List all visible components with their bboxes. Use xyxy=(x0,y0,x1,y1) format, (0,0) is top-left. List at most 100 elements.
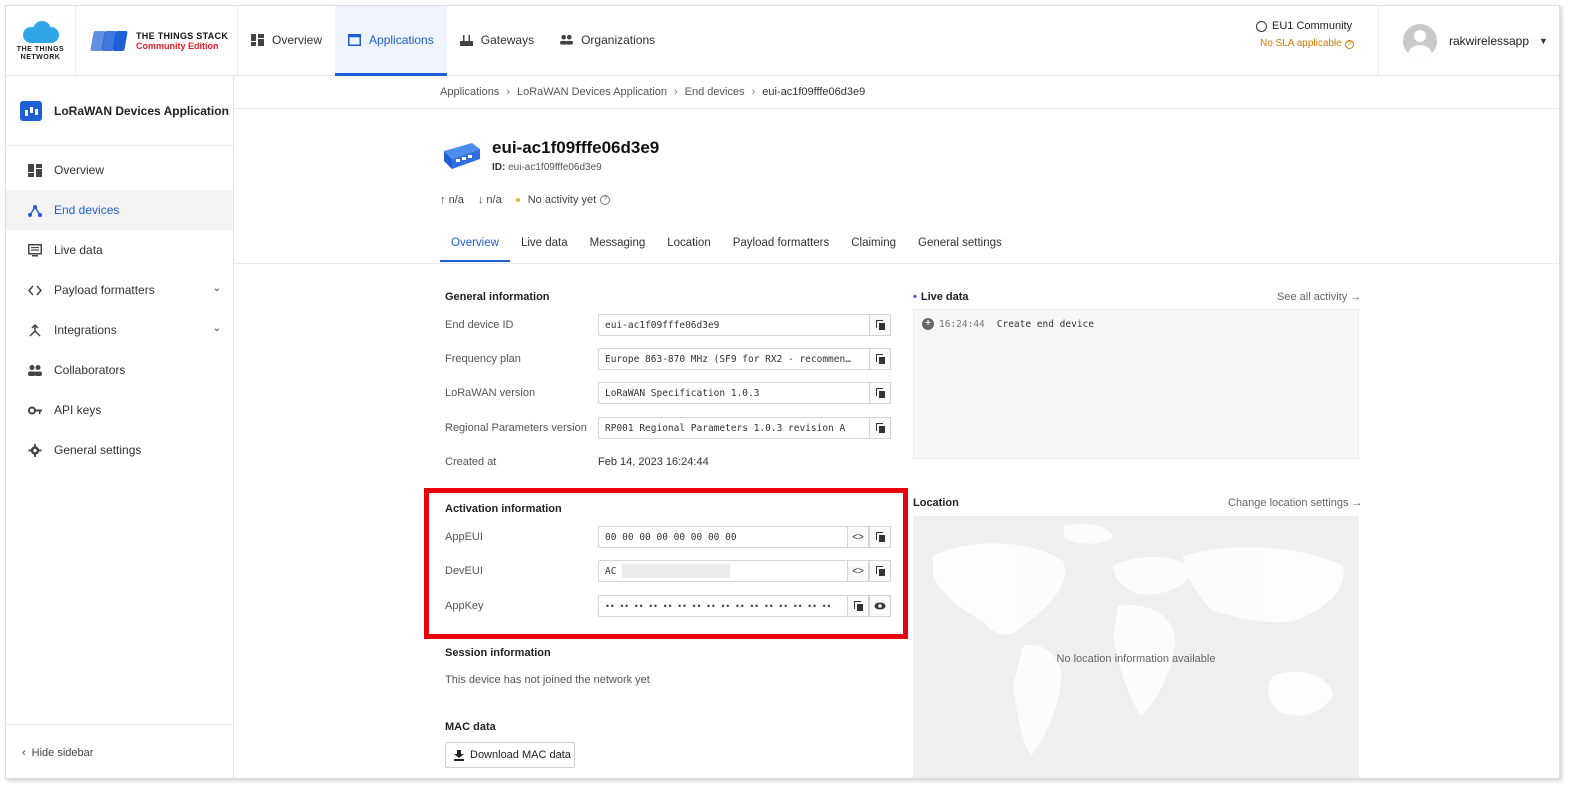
lorawan-version-field[interactable]: LoRaWAN Specification 1.0.3 xyxy=(598,382,870,404)
copy-button[interactable] xyxy=(869,382,891,404)
breadcrumb-applications[interactable]: Applications xyxy=(440,86,499,98)
ttn-logo[interactable]: THE THINGS NETWORK xyxy=(6,6,76,76)
nav-organizations[interactable]: Organizations xyxy=(547,6,668,76)
sidebar-item-overview[interactable]: Overview xyxy=(6,150,233,190)
sidebar-app-header[interactable]: LoRaWAN Devices Application xyxy=(6,76,233,146)
created-at-label: Created at xyxy=(445,456,497,468)
tab-live-data[interactable]: Live data xyxy=(510,226,579,262)
key-icon xyxy=(28,406,42,414)
tab-overview[interactable]: Overview xyxy=(440,226,510,262)
live-data-icon xyxy=(28,243,42,256)
regional-parameters-field[interactable]: RP001 Regional Parameters 1.0.3 revision… xyxy=(598,417,870,439)
help-icon[interactable]: ? xyxy=(600,195,611,205)
download-mac-data-label: Download MAC data xyxy=(470,749,571,761)
live-event-row[interactable]: + 16:24:44 Create end device xyxy=(922,318,1094,330)
device-id: ID: eui-ac1f09fffe06d3e9 xyxy=(492,162,602,173)
arrow-down-icon: ↓ xyxy=(477,194,484,206)
device-title: eui-ac1f09fffe06d3e9 xyxy=(492,138,660,157)
tab-claiming[interactable]: Claiming xyxy=(840,226,907,262)
activity-label: No activity yet xyxy=(527,194,597,206)
caret-down-icon: ▼ xyxy=(1539,36,1548,46)
nav-applications-label: Applications xyxy=(369,32,434,47)
location-map: No location information available xyxy=(913,516,1359,778)
general-info-title: General information xyxy=(445,291,550,303)
device-tabs: Overview Live data Messaging Location Pa… xyxy=(440,226,1013,262)
app-window: THE THINGS NETWORK THE THINGS STACK Comm… xyxy=(5,5,1560,779)
sidebar-item-live-data[interactable]: Live data xyxy=(6,230,233,270)
divider xyxy=(234,263,1559,264)
see-all-activity-link[interactable]: See all activity → xyxy=(1277,291,1361,303)
status-dot-icon xyxy=(515,198,520,202)
sidebar-item-general-settings[interactable]: General settings xyxy=(6,430,233,470)
field-label: LoRaWAN version xyxy=(445,387,536,399)
chevron-right-icon: › xyxy=(506,86,510,98)
tab-general-settings[interactable]: General settings xyxy=(907,226,1013,262)
divider xyxy=(234,108,1559,109)
no-location-message: No location information available xyxy=(1056,653,1216,665)
chevron-right-icon: › xyxy=(751,86,756,98)
copy-button[interactable] xyxy=(869,314,891,336)
tab-payload-formatters[interactable]: Payload formatters xyxy=(722,226,841,262)
tab-messaging[interactable]: Messaging xyxy=(579,226,657,262)
chevron-right-icon: › xyxy=(674,86,678,98)
event-time: 16:24:44 xyxy=(939,318,985,330)
uplink-value: n/a xyxy=(448,194,464,206)
end-device-id-field[interactable]: eui-ac1f09fffe06d3e9 xyxy=(598,314,870,336)
download-icon xyxy=(454,749,464,761)
frequency-plan-field[interactable]: Europe 863-870 MHz (SF9 for RX2 - recomm… xyxy=(598,348,870,370)
sidebar-item-label: General settings xyxy=(54,443,142,457)
chevron-down-icon[interactable]: ⌄ xyxy=(213,323,221,334)
nav-organizations-label: Organizations xyxy=(581,32,656,47)
arrow-up-icon: ↑ xyxy=(440,194,446,206)
copy-icon xyxy=(875,423,885,433)
tts-edition: Community Edition xyxy=(136,41,219,51)
sidebar-item-label: API keys xyxy=(54,403,102,417)
gear-icon xyxy=(28,443,42,457)
tts-name: THE THINGS STACK xyxy=(136,31,229,41)
sidebar-item-api-keys[interactable]: API keys xyxy=(6,390,233,430)
region-selector[interactable]: EU1 Community No SLA applicable ? xyxy=(1256,20,1376,60)
username: rakwirelessapp xyxy=(1449,34,1530,48)
tab-location[interactable]: Location xyxy=(656,226,721,262)
sidebar-app-title: LoRaWAN Devices Application xyxy=(54,103,229,118)
top-nav: Overview Applications Gateways Organizat… xyxy=(238,6,668,76)
download-mac-data-button[interactable]: Download MAC data xyxy=(445,742,575,768)
breadcrumb-end-devices[interactable]: End devices xyxy=(685,86,745,98)
session-info-text: This device has not joined the network y… xyxy=(445,674,650,686)
cloud-icon xyxy=(19,20,63,43)
live-data-panel: + 16:24:44 Create end device xyxy=(913,309,1359,459)
avatar xyxy=(1403,24,1437,58)
sidebar-item-payload-formatters[interactable]: Payload formatters ⌄ xyxy=(6,270,233,310)
nav-gateways[interactable]: Gateways xyxy=(447,6,547,76)
sidebar-item-integrations[interactable]: Integrations ⌄ xyxy=(6,310,233,350)
sidebar-item-label: Overview xyxy=(54,163,105,177)
live-dot-icon: • xyxy=(913,291,917,303)
copy-button[interactable] xyxy=(869,417,891,439)
sidebar-item-label: Collaborators xyxy=(54,363,126,377)
sidebar: LoRaWAN Devices Application Overview End… xyxy=(6,76,234,778)
sidebar-item-label: Live data xyxy=(54,243,103,257)
chevron-left-icon: ‹ xyxy=(22,746,26,759)
nav-gateways-label: Gateways xyxy=(480,32,535,47)
change-location-link[interactable]: Change location settings → xyxy=(1228,497,1363,509)
application-icon xyxy=(348,33,362,46)
device-id-value: eui-ac1f09fffe06d3e9 xyxy=(508,162,602,173)
event-description: Create end device xyxy=(996,318,1094,330)
nav-applications[interactable]: Applications xyxy=(335,6,447,76)
downlink-count: ↓ n/a xyxy=(478,194,502,206)
help-icon[interactable]: ? xyxy=(1344,40,1354,49)
copy-button[interactable] xyxy=(869,348,891,370)
tts-logo[interactable]: THE THINGS STACK Community Edition xyxy=(76,6,238,76)
hide-sidebar-button[interactable]: ‹ Hide sidebar xyxy=(6,724,234,778)
sidebar-item-collaborators[interactable]: Collaborators xyxy=(6,350,233,390)
user-menu[interactable]: rakwirelessapp ▼ xyxy=(1378,6,1559,76)
chevron-down-icon[interactable]: ⌄ xyxy=(213,283,221,294)
nav-overview[interactable]: Overview xyxy=(238,6,335,76)
device-icon xyxy=(444,143,480,169)
dashboard-icon xyxy=(251,33,264,46)
dashboard-icon xyxy=(28,163,42,177)
location-title: Location xyxy=(913,497,959,509)
breadcrumb-application[interactable]: LoRaWAN Devices Application xyxy=(517,86,667,98)
sidebar-item-end-devices[interactable]: End devices xyxy=(6,190,233,230)
globe-icon xyxy=(1256,20,1267,32)
